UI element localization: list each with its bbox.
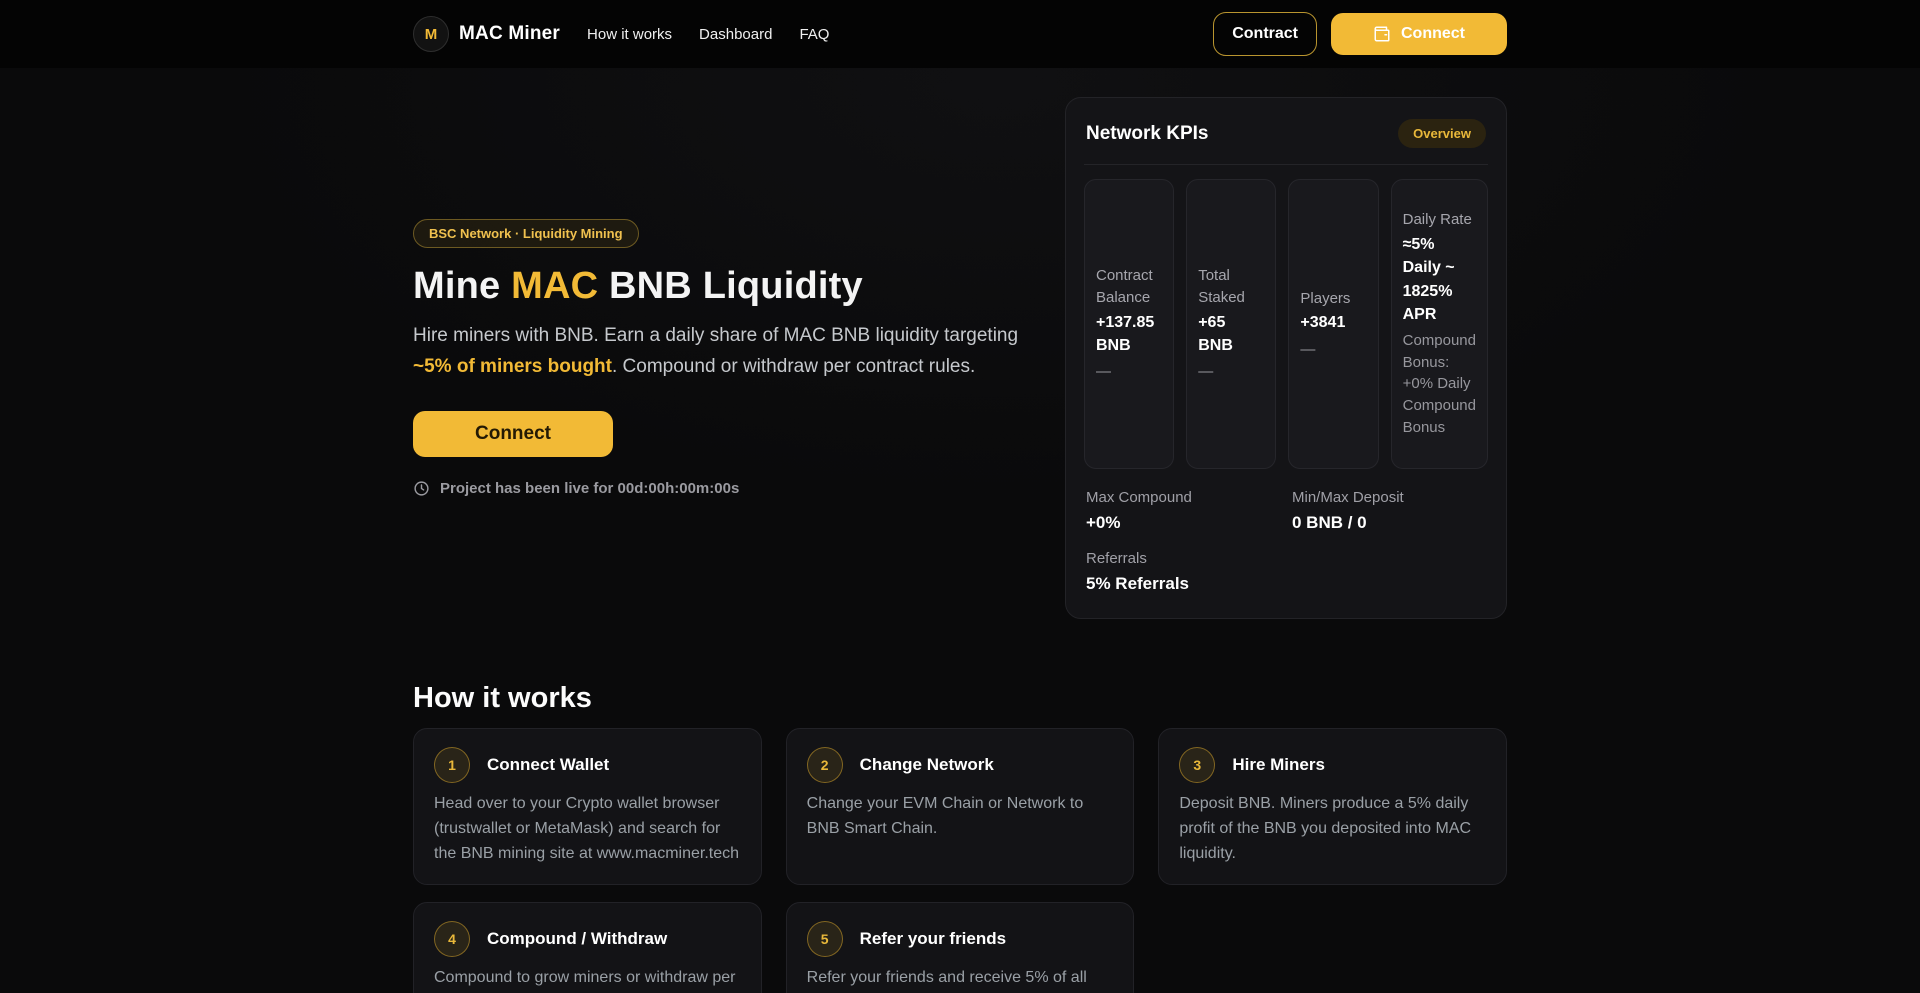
overview-badge[interactable]: Overview (1398, 119, 1486, 148)
kpi-tile-players: Players +3841 — (1288, 179, 1378, 469)
step-body: Head over to your Crypto wallet browser … (434, 792, 741, 866)
stat-referrals: Referrals 5% Referrals (1086, 550, 1280, 594)
step-head: 5 Refer your friends (807, 921, 1114, 957)
network-badge: BSC Network · Liquidity Mining (413, 219, 639, 248)
stat-max-compound: Max Compound +0% (1086, 489, 1280, 533)
wallet-icon (1373, 25, 1391, 43)
clock-icon (413, 480, 430, 497)
mac-miner-logo-icon: M (413, 16, 449, 52)
step-number-badge: 1 (434, 747, 470, 783)
kpi-tile-total-staked: Total Staked +65 BNB — (1186, 179, 1276, 469)
project-live-timer: Project has been live for 00d:00h:00m:00… (413, 480, 1037, 497)
step-number-badge: 4 (434, 921, 470, 957)
step-head: 2 Change Network (807, 747, 1114, 783)
hero-copy: BSC Network · Liquidity Mining Mine MAC … (413, 219, 1037, 496)
title-post: BNB Liquidity (598, 265, 863, 307)
kpi-value: ≈5% Daily ~ 1825% APR (1403, 233, 1476, 326)
stat-label: Min/Max Deposit (1292, 489, 1486, 506)
nav-link-faq[interactable]: FAQ (799, 26, 829, 43)
kpi-sub: — (1198, 361, 1264, 383)
step-body: Change your EVM Chain or Network to BNB … (807, 792, 1114, 842)
stat-value: +0% (1086, 513, 1280, 533)
contract-button[interactable]: Contract (1213, 12, 1317, 56)
kpi-card-title: Network KPIs (1086, 123, 1208, 145)
step-head: 1 Connect Wallet (434, 747, 741, 783)
step-head: 3 Hire Miners (1179, 747, 1486, 783)
kpi-tiles: Contract Balance +137.85 BNB — Total Sta… (1084, 179, 1488, 469)
stat-label: Referrals (1086, 550, 1280, 567)
step-body: Compound to grow miners or withdraw per … (434, 966, 741, 993)
step-number-badge: 5 (807, 921, 843, 957)
nav-link-dashboard[interactable]: Dashboard (699, 26, 772, 43)
live-timer-text: Project has been live for 00d:00h:00m:00… (440, 480, 739, 497)
kpi-tile-daily-rate: Daily Rate ≈5% Daily ~ 1825% APR Compoun… (1391, 179, 1488, 469)
step-card-connect-wallet: 1 Connect Wallet Head over to your Crypt… (413, 728, 762, 885)
step-title: Refer your friends (860, 929, 1006, 949)
hero-section: BSC Network · Liquidity Mining Mine MAC … (413, 68, 1507, 619)
step-card-compound-withdraw: 4 Compound / Withdraw Compound to grow m… (413, 902, 762, 993)
title-pre: Mine (413, 265, 511, 307)
stat-value: 0 BNB / 0 (1292, 513, 1486, 533)
kpi-stats: Max Compound +0% Min/Max Deposit 0 BNB /… (1084, 489, 1488, 594)
title-accent: MAC (511, 265, 598, 307)
top-navbar: M MAC Miner How it works Dashboard FAQ C… (0, 0, 1920, 68)
connect-button-label: Connect (1401, 25, 1465, 43)
steps-grid: 1 Connect Wallet Head over to your Crypt… (413, 728, 1507, 993)
brand[interactable]: M MAC Miner (413, 16, 560, 52)
nav-links: How it works Dashboard FAQ (587, 26, 829, 43)
kpi-label: Contract Balance (1096, 265, 1162, 309)
nav-actions: Contract Connect (1213, 12, 1507, 56)
kpi-value: +3841 (1300, 311, 1366, 334)
kpi-sub: Compound Bonus: +0% Daily Compound Bonus (1403, 330, 1476, 439)
how-it-works-title: How it works (413, 682, 1507, 715)
network-kpis-card: Network KPIs Overview Contract Balance +… (1065, 97, 1507, 619)
step-card-change-network: 2 Change Network Change your EVM Chain o… (786, 728, 1135, 885)
page-title: Mine MAC BNB Liquidity (413, 265, 1037, 308)
step-title: Change Network (860, 755, 994, 775)
kpi-label: Total Staked (1198, 265, 1264, 309)
kpi-value: +65 BNB (1198, 311, 1264, 357)
desc-pre: Hire miners with BNB. Earn a daily share… (413, 325, 1018, 346)
stat-label: Max Compound (1086, 489, 1280, 506)
step-number-badge: 2 (807, 747, 843, 783)
kpi-sub: — (1300, 339, 1366, 361)
stat-min-max-deposit: Min/Max Deposit 0 BNB / 0 (1292, 489, 1486, 533)
kpi-card-header: Network KPIs Overview (1084, 117, 1488, 165)
step-card-refer-friends: 5 Refer your friends Refer your friends … (786, 902, 1135, 993)
hero-connect-button[interactable]: Connect (413, 411, 613, 457)
hero-description: Hire miners with BNB. Earn a daily share… (413, 321, 1037, 381)
how-it-works-section: How it works 1 Connect Wallet Head over … (413, 682, 1507, 993)
brand-title: MAC Miner (459, 23, 560, 45)
step-number-badge: 3 (1179, 747, 1215, 783)
kpi-tile-contract-balance: Contract Balance +137.85 BNB — (1084, 179, 1174, 469)
step-title: Compound / Withdraw (487, 929, 667, 949)
connect-wallet-button[interactable]: Connect (1331, 13, 1507, 55)
step-body: Refer your friends and receive 5% of all… (807, 966, 1114, 993)
stat-value: 5% Referrals (1086, 574, 1280, 594)
step-card-hire-miners: 3 Hire Miners Deposit BNB. Miners produc… (1158, 728, 1507, 885)
step-title: Hire Miners (1232, 755, 1325, 775)
kpi-label: Daily Rate (1403, 209, 1476, 231)
desc-post: . Compound or withdraw per contract rule… (612, 356, 975, 377)
step-title: Connect Wallet (487, 755, 609, 775)
desc-accent: ~5% of miners bought (413, 356, 612, 377)
kpi-value: +137.85 BNB (1096, 311, 1162, 357)
step-body: Deposit BNB. Miners produce a 5% daily p… (1179, 792, 1486, 866)
kpi-label: Players (1300, 288, 1366, 310)
kpi-sub: — (1096, 361, 1162, 383)
step-head: 4 Compound / Withdraw (434, 921, 741, 957)
nav-link-how-it-works[interactable]: How it works (587, 26, 672, 43)
